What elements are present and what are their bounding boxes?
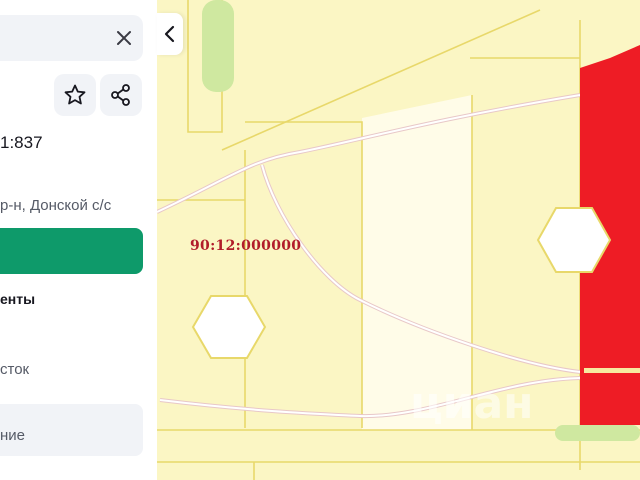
chevron-left-icon (164, 25, 175, 43)
quarter-label: 90:12:000000 (190, 238, 302, 254)
star-icon (64, 84, 86, 105)
info-row-label: ние (0, 427, 26, 444)
parcel-strip (584, 368, 640, 373)
favorite-button[interactable] (54, 74, 96, 116)
share-button[interactable] (100, 74, 142, 116)
close-icon (117, 31, 131, 45)
land-type-text: сток (0, 361, 30, 378)
share-icon (111, 84, 130, 106)
close-button[interactable] (112, 26, 136, 50)
address-text: р-н, Донской с/с (0, 197, 112, 214)
info-panel: 1:837 р-н, Донской с/с енты сток ние (0, 0, 157, 480)
green-strip (202, 0, 234, 92)
map-watermark: циан (410, 378, 534, 429)
cadastral-number: 1:837 (0, 133, 43, 152)
primary-action-button[interactable] (0, 228, 143, 274)
documents-heading: енты (0, 291, 36, 307)
collapse-panel-button[interactable] (157, 13, 183, 55)
green-strip-bottom (555, 425, 640, 441)
